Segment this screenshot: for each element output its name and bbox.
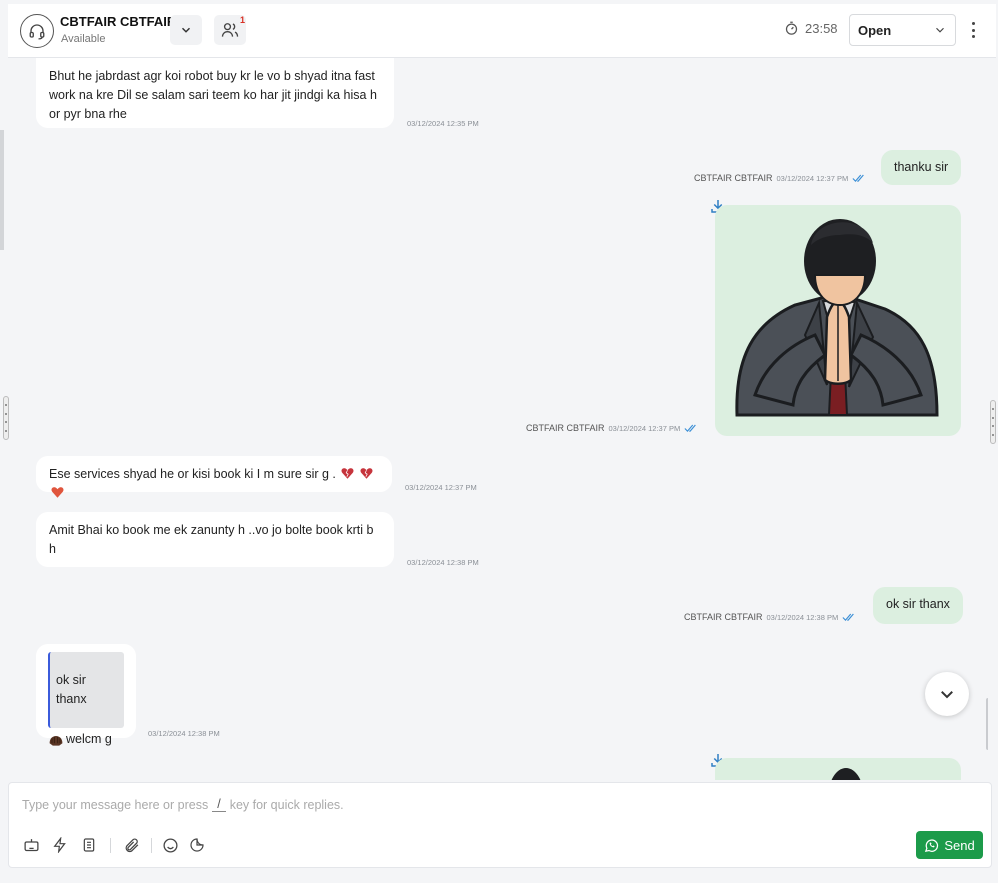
emoji-icon[interactable] [160, 835, 180, 855]
toolbar-divider [151, 838, 152, 853]
message-sender: CBTFAIR CBTFAIR [684, 612, 763, 622]
praying-man-sticker [735, 219, 939, 417]
incoming-message[interactable]: Ese services shyad he or kisi book ki I … [36, 456, 392, 498]
incoming-message[interactable]: Bhut he jabrdast agr koi robot buy kr le… [36, 58, 394, 128]
send-label: Send [944, 837, 975, 853]
timer-value: 23:58 [805, 21, 838, 36]
placeholder-text: Type your message here or press [22, 797, 209, 812]
message-meta: CBTFAIR CBTFAIR 03/12/2024 12:37 PM [694, 173, 866, 183]
sticker-image[interactable] [715, 758, 961, 780]
whatsapp-icon [925, 838, 939, 852]
participants-button[interactable]: 1 [214, 15, 246, 45]
double-check-icon [684, 424, 697, 432]
outgoing-message[interactable]: thanku sir [881, 150, 962, 185]
broken-heart-emoji [360, 468, 373, 479]
right-resize-handle[interactable] [990, 400, 996, 444]
template-icon[interactable] [79, 835, 99, 855]
placeholder-text-end: key for quick replies. [229, 797, 344, 812]
toolbar-divider [110, 838, 111, 853]
quick-reply-key: / [212, 797, 226, 812]
double-check-icon [842, 613, 855, 621]
broken-heart-emoji [341, 468, 354, 479]
paperclip-icon[interactable] [121, 835, 141, 855]
message-text: thanku sir [894, 160, 949, 174]
stopwatch-icon [785, 21, 798, 35]
session-timer: 23:58 [784, 21, 838, 36]
message-sender: CBTFAIR CBTFAIR [526, 423, 605, 433]
message-text: Amit Bhai ko book me ek zanunty h ..vo j… [49, 523, 374, 556]
agent-avatar[interactable] [20, 14, 54, 48]
double-check-icon [852, 174, 865, 182]
thread-scrollbar[interactable] [986, 698, 988, 750]
hands-emoji [49, 735, 63, 746]
headset-icon [29, 24, 45, 40]
message-timestamp: 03/12/2024 12:38 PM [766, 612, 839, 622]
outgoing-message[interactable]: ok sir thanx [873, 587, 963, 624]
conversation-status-value: Open [858, 22, 892, 38]
message-timestamp: 03/12/2024 12:35 PM [407, 119, 479, 128]
sticker-icon[interactable] [187, 835, 207, 855]
message-meta: CBTFAIR CBTFAIR 03/12/2024 12:37 PM [526, 423, 698, 433]
message-timestamp: 03/12/2024 12:38 PM [148, 729, 220, 738]
message-timestamp: 03/12/2024 12:38 PM [407, 558, 479, 567]
reply-body: welcm g [48, 730, 124, 749]
message-input[interactable]: Type your message here or press / key fo… [22, 797, 922, 812]
agent-menu-button[interactable] [170, 15, 202, 45]
incoming-message[interactable]: Amit Bhai ko book me ek zanunty h ..vo j… [36, 512, 394, 567]
conversation-status-select[interactable]: Open [849, 14, 956, 46]
more-options-icon[interactable] [966, 20, 980, 40]
message-sender: CBTFAIR CBTFAIR [694, 173, 773, 183]
incoming-reply-message[interactable]: ok sir thanx welcm g [36, 644, 136, 746]
chat-header: CBTFAIR CBTFAIR Available 1 23:58 Open [8, 4, 996, 58]
chevron-down-icon [941, 691, 953, 699]
scroll-to-bottom-button[interactable] [925, 672, 969, 716]
sticker-preview [831, 768, 861, 780]
message-timestamp: 03/12/2024 12:37 PM [776, 173, 849, 183]
message-thread[interactable]: Bhut he jabrdast agr koi robot buy kr le… [8, 58, 988, 780]
message-text: Bhut he jabrdast agr koi robot buy kr le… [49, 69, 377, 121]
left-edge-strip [0, 130, 4, 250]
message-text: welcm g [66, 732, 112, 746]
message-timestamp: 03/12/2024 12:37 PM [405, 483, 477, 492]
message-meta: CBTFAIR CBTFAIR 03/12/2024 12:38 PM [684, 612, 856, 622]
chevron-down-icon [936, 27, 944, 33]
message-text: ok sir thanx [886, 597, 950, 611]
heart-emoji [51, 487, 64, 498]
message-composer: Type your message here or press / key fo… [8, 782, 992, 868]
message-text: Ese services shyad he or kisi book ki I … [49, 467, 336, 481]
lightning-icon[interactable] [50, 835, 70, 855]
agent-status: Available [61, 33, 106, 45]
users-icon [221, 23, 239, 37]
participants-count-badge: 1 [239, 15, 245, 25]
sticker-image[interactable] [715, 205, 961, 436]
bot-icon[interactable] [21, 835, 41, 855]
agent-name: CBTFAIR CBTFAIR [60, 14, 177, 29]
chevron-down-icon [181, 27, 191, 33]
message-timestamp: 03/12/2024 12:37 PM [608, 423, 681, 433]
send-button[interactable]: Send [916, 831, 983, 859]
quoted-message[interactable]: ok sir thanx [48, 652, 124, 728]
